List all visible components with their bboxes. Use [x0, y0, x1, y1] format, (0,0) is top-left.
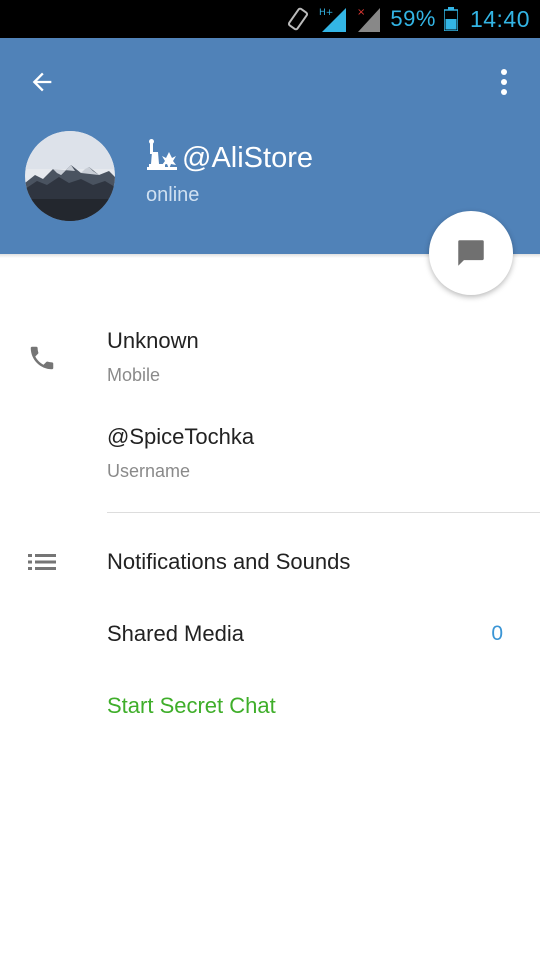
section-divider: [107, 512, 540, 513]
profile-name: @AliStore: [146, 138, 313, 178]
screen-rotation-icon: [286, 7, 310, 31]
clock: 14:40: [469, 5, 530, 32]
svg-text:×: ×: [357, 7, 365, 18]
liberty-statue-icon: [146, 138, 178, 178]
shared-media-label: Shared Media: [107, 621, 244, 646]
arrow-left-icon: [32, 72, 52, 92]
list-icon: [24, 548, 60, 576]
battery-icon: [443, 7, 458, 31]
back-button[interactable]: [20, 60, 64, 104]
phone-row[interactable]: [0, 318, 540, 402]
username-value: @SpiceTochka: [107, 424, 255, 449]
username-label: Username: [107, 461, 191, 481]
notifications-label: Notifications and Sounds: [107, 549, 351, 574]
signal-no-service-icon: ×: [356, 6, 382, 32]
shared-media-row[interactable]: [0, 600, 540, 668]
more-vertical-icon: [501, 69, 507, 95]
status-bar: H+ × 59% 14:40: [0, 0, 540, 38]
svg-text:H+: H+: [319, 8, 333, 18]
profile-name-text: @AliStore: [182, 141, 313, 174]
phone-number: Unknown: [107, 328, 199, 353]
send-message-button[interactable]: [429, 211, 513, 295]
shared-media-count: 0: [491, 622, 503, 645]
phone-icon: [24, 340, 60, 376]
username-row[interactable]: [0, 414, 540, 498]
chat-bubble-icon: [458, 240, 484, 266]
more-options-button[interactable]: [486, 60, 522, 104]
online-status: online: [146, 184, 200, 206]
battery-percent: 59%: [390, 6, 436, 31]
signal-h-plus-icon: H+: [318, 6, 348, 32]
phone-label: Mobile: [107, 365, 161, 385]
start-secret-chat-label: Start Secret Chat: [107, 693, 276, 718]
avatar[interactable]: [25, 131, 115, 221]
